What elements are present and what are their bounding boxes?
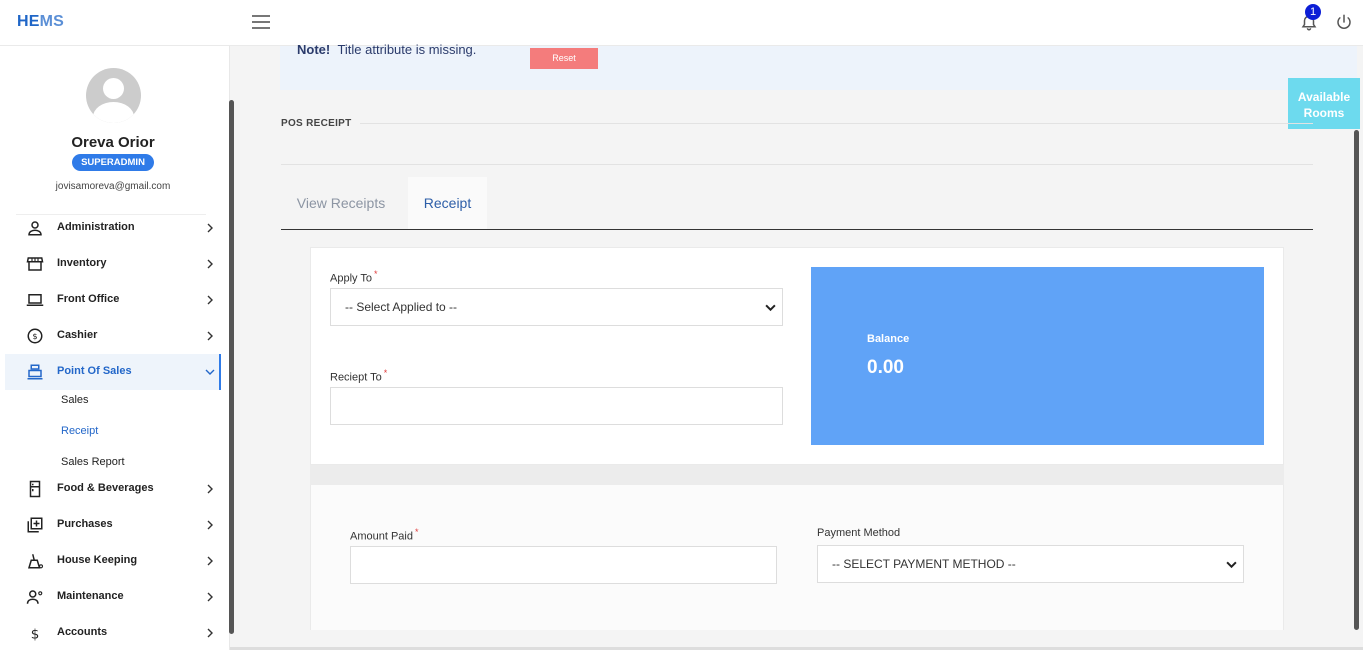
add-box-icon <box>27 517 43 533</box>
user-email: jovisamoreva@gmail.com <box>55 181 171 192</box>
chevron-right-icon <box>207 592 213 602</box>
chevron-right-icon <box>207 556 213 566</box>
chevron-right-icon <box>207 223 213 233</box>
payment-method-select[interactable]: -- SELECT PAYMENT METHOD -- <box>817 545 1244 583</box>
sidebar-item-food-beverages[interactable]: Food & Beverages <box>5 471 221 507</box>
sidebar-subitem-sales-report[interactable]: Sales Report <box>61 456 125 468</box>
currency-exchange-icon: $ <box>27 328 43 344</box>
logo-part-a: HE <box>17 13 40 30</box>
amount-paid-input[interactable] <box>350 546 777 584</box>
cash-register-icon <box>27 364 43 380</box>
sidebar-item-point-of-sales[interactable]: Point Of Sales <box>5 354 221 390</box>
logo-part-b: MS <box>39 13 65 30</box>
receipt-to-label: Reciept To * <box>330 368 388 384</box>
chevron-down-icon <box>1226 561 1237 569</box>
balance-value: 0.00 <box>867 357 904 378</box>
section-divider <box>360 123 1313 124</box>
apply-to-select[interactable]: -- Select Applied to -- <box>330 288 783 326</box>
available-rooms-button[interactable]: Available Rooms <box>1288 78 1360 129</box>
role-badge: SUPERADMIN <box>72 154 154 171</box>
chevron-right-icon <box>207 259 213 269</box>
sidebar-item-label: Purchases <box>57 518 113 530</box>
svg-text:$: $ <box>31 626 40 642</box>
power-icon[interactable] <box>1335 13 1353 31</box>
sidebar-item-label: Maintenance <box>57 590 124 602</box>
balance-label: Balance <box>867 333 910 345</box>
user-name: Oreva Orior <box>71 134 155 151</box>
sidebar-item-maintenance[interactable]: Maintenance <box>5 579 221 615</box>
engineer-icon <box>26 590 43 604</box>
user-icon <box>28 221 42 236</box>
receipt-to-input[interactable] <box>330 387 783 425</box>
apply-to-value: -- Select Applied to -- <box>345 300 458 314</box>
sidebar-item-label: House Keeping <box>57 554 138 566</box>
required-mark: * <box>414 527 419 537</box>
tab-receipt[interactable]: Receipt <box>408 177 487 229</box>
chevron-down-icon <box>205 369 215 375</box>
sidebar-item-label: Administration <box>57 221 135 233</box>
sidebar-item-label: Front Office <box>57 293 120 305</box>
tab-view-receipts[interactable]: View Receipts <box>281 177 401 229</box>
notification-badge[interactable]: 1 <box>1305 4 1321 20</box>
sidebar-item-inventory[interactable]: Inventory <box>5 246 221 282</box>
cleaning-icon <box>27 554 44 569</box>
sidebar-item-label: Food & Beverages <box>57 482 154 494</box>
store-icon <box>26 257 44 271</box>
sidebar-item-label: Point Of Sales <box>57 365 132 377</box>
section-divider <box>281 164 1313 165</box>
sidebar-item-front-office[interactable]: Front Office <box>5 282 221 318</box>
laptop-icon <box>26 294 44 306</box>
note-message: Note! Title attribute is missing. <box>297 42 476 57</box>
note-prefix: Note! <box>297 42 331 57</box>
sidebar: Oreva Orior SUPERADMIN jovisamoreva@gmai… <box>0 46 230 650</box>
app-logo[interactable]: HEMS <box>17 13 64 31</box>
amount-paid-label: Amount Paid * <box>350 527 419 543</box>
required-mark: * <box>383 368 388 378</box>
note-bar: Note! Title attribute is missing. Reset <box>280 42 1357 90</box>
sidebar-item-label: Accounts <box>57 626 108 638</box>
dollar-icon: $ <box>31 626 40 642</box>
payment-method-value: -- SELECT PAYMENT METHOD -- <box>832 557 1016 571</box>
required-mark: * <box>374 269 378 279</box>
note-text: Title attribute is missing. <box>337 42 477 57</box>
reset-button[interactable]: Reset <box>530 48 598 69</box>
chevron-right-icon <box>207 295 213 305</box>
main-scrollbar[interactable] <box>1354 130 1359 630</box>
chevron-right-icon <box>207 628 213 638</box>
sidebar-scrollbar[interactable] <box>229 100 234 634</box>
chevron-right-icon <box>207 484 213 494</box>
sidebar-item-administration[interactable]: Administration <box>5 210 221 246</box>
form-separator <box>310 465 1284 485</box>
fridge-icon <box>29 480 41 498</box>
svg-text:$: $ <box>32 331 37 341</box>
sidebar-item-label: Cashier <box>57 329 98 341</box>
tab-underline <box>281 229 1313 230</box>
apply-to-label: Apply To * <box>330 269 378 285</box>
payment-method-label: Payment Method <box>817 527 901 539</box>
chevron-right-icon <box>207 331 213 341</box>
chevron-down-icon <box>765 304 776 312</box>
sidebar-item-purchases[interactable]: Purchases <box>5 507 221 543</box>
chevron-right-icon <box>207 520 213 530</box>
sidebar-subitem-sales[interactable]: Sales <box>61 394 89 406</box>
menu-toggle-icon[interactable] <box>252 15 270 29</box>
page-title: POS RECEIPT <box>281 118 352 129</box>
sidebar-item-accounts[interactable]: $ Accounts <box>5 615 221 650</box>
balance-panel: Balance 0.00 <box>811 267 1264 445</box>
sidebar-subitem-receipt[interactable]: Receipt <box>61 425 98 437</box>
sidebar-item-label: Inventory <box>57 257 107 269</box>
top-bar: HEMS 1 <box>0 0 1363 46</box>
sidebar-item-cashier[interactable]: $ Cashier <box>5 318 221 354</box>
sidebar-item-house-keeping[interactable]: House Keeping <box>5 543 221 579</box>
avatar <box>86 68 141 123</box>
